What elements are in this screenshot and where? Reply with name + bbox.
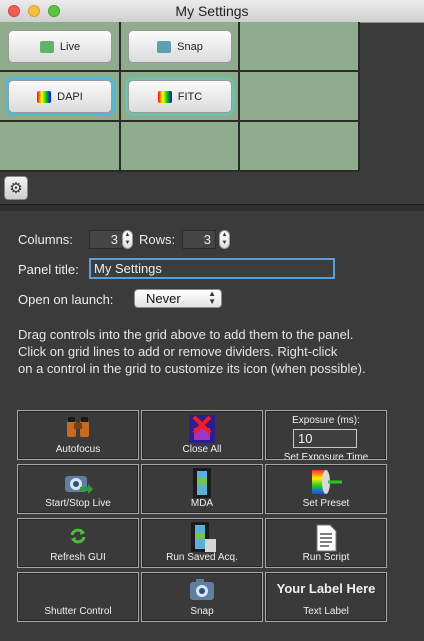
- grid-cell[interactable]: [240, 22, 360, 72]
- dapi-preset-icon: [37, 90, 52, 103]
- set-exposure-label: Set Exposure Time: [283, 452, 369, 459]
- snap-label: Snap: [190, 606, 214, 617]
- snap-button[interactable]: Snap: [128, 30, 232, 63]
- help-line: Drag controls into the grid above to add…: [18, 327, 354, 342]
- start-stop-live-control[interactable]: Start/Stop Live: [17, 464, 139, 514]
- panel-title-label: Panel title:: [18, 262, 79, 277]
- dapi-button-label: DAPI: [57, 90, 83, 103]
- exposure-title: Exposure (ms):: [292, 415, 360, 426]
- set-preset-icon: [312, 470, 342, 494]
- run-saved-acq-label: Run Saved Acq.: [166, 552, 238, 563]
- settings-gear-button[interactable]: ⚙: [4, 176, 28, 200]
- close-all-label: Close All: [182, 444, 222, 455]
- panel-title-input[interactable]: My Settings: [89, 258, 335, 279]
- help-text: Drag controls into the grid above to add…: [18, 326, 418, 377]
- refresh-gui-label: Refresh GUI: [50, 552, 106, 563]
- grid-cell[interactable]: [240, 122, 360, 172]
- live-button-label: Live: [59, 40, 81, 53]
- refresh-gui-control[interactable]: Refresh GUI: [17, 518, 139, 568]
- autofocus-label: Autofocus: [55, 444, 101, 455]
- help-line: Click on grid lines to add or remove div…: [18, 344, 338, 359]
- live-camera-icon: [65, 476, 93, 494]
- open-on-launch-label: Open on launch:: [18, 292, 114, 307]
- mda-control[interactable]: MDA: [141, 464, 263, 514]
- text-label-caption: Text Label: [303, 606, 349, 617]
- dapi-preset-button[interactable]: DAPI: [5, 77, 115, 116]
- open-on-launch-select[interactable]: Never ▲ ▼: [134, 289, 222, 308]
- open-on-launch-value: Never: [146, 291, 181, 306]
- gear-icon: ⚙: [9, 180, 23, 197]
- script-document-icon: [316, 524, 337, 552]
- snap-control[interactable]: Snap: [141, 572, 263, 622]
- set-preset-label: Set Preset: [302, 498, 350, 509]
- autofocus-control[interactable]: Autofocus: [17, 410, 139, 460]
- close-all-control[interactable]: Close All: [141, 410, 263, 460]
- mda-label: MDA: [190, 498, 214, 509]
- panel-grid[interactable]: Live Snap DAPI FITC: [0, 22, 360, 172]
- rows-label: Rows:: [139, 232, 176, 247]
- help-line: on a control in the grid to customize it…: [18, 361, 366, 376]
- shutter-control-label: Shutter Control: [44, 606, 112, 617]
- split-divider[interactable]: [0, 204, 424, 211]
- close-all-icon: [189, 415, 215, 443]
- text-label-control[interactable]: Your Label Here Text Label: [265, 572, 387, 622]
- live-button[interactable]: Live: [8, 30, 112, 63]
- exposure-input[interactable]: 10: [293, 429, 357, 448]
- refresh-icon: [70, 528, 86, 544]
- columns-input[interactable]: 3: [89, 230, 123, 249]
- fitc-button-label: FITC: [177, 90, 203, 103]
- snap-button-label: Snap: [177, 40, 203, 53]
- grid-cell[interactable]: [240, 72, 360, 122]
- columns-label: Columns:: [18, 232, 73, 247]
- snap-icon: [157, 40, 172, 53]
- fitc-preset-icon: [157, 90, 172, 103]
- run-script-label: Run Script: [302, 552, 350, 563]
- set-preset-control[interactable]: Set Preset: [265, 464, 387, 514]
- window-titlebar: My Settings: [0, 0, 424, 23]
- chevron-updown-icon: ▲ ▼: [208, 289, 216, 306]
- saved-acquisition-icon: [191, 522, 216, 552]
- fitc-preset-button[interactable]: FITC: [125, 77, 235, 116]
- rows-input[interactable]: 3: [182, 230, 216, 249]
- camera-icon: [190, 579, 214, 600]
- binoculars-icon: [67, 417, 89, 437]
- exposure-control[interactable]: Exposure (ms): 10 Set Exposure Time: [265, 410, 387, 460]
- film-strip-icon: [193, 468, 211, 498]
- columns-stepper[interactable]: ▲ ▼: [122, 230, 133, 249]
- run-script-control[interactable]: Run Script: [265, 518, 387, 568]
- start-stop-live-label: Start/Stop Live: [45, 498, 111, 509]
- run-saved-acq-control[interactable]: Run Saved Acq.: [141, 518, 263, 568]
- grid-cell[interactable]: [121, 122, 240, 172]
- grid-cell[interactable]: [0, 122, 121, 172]
- your-label-here-text: Your Label Here: [276, 581, 376, 596]
- live-icon: [39, 40, 54, 53]
- rows-stepper[interactable]: ▲ ▼: [219, 230, 230, 249]
- shutter-control[interactable]: Shutter Control: [17, 572, 139, 622]
- window-title: My Settings: [175, 3, 249, 19]
